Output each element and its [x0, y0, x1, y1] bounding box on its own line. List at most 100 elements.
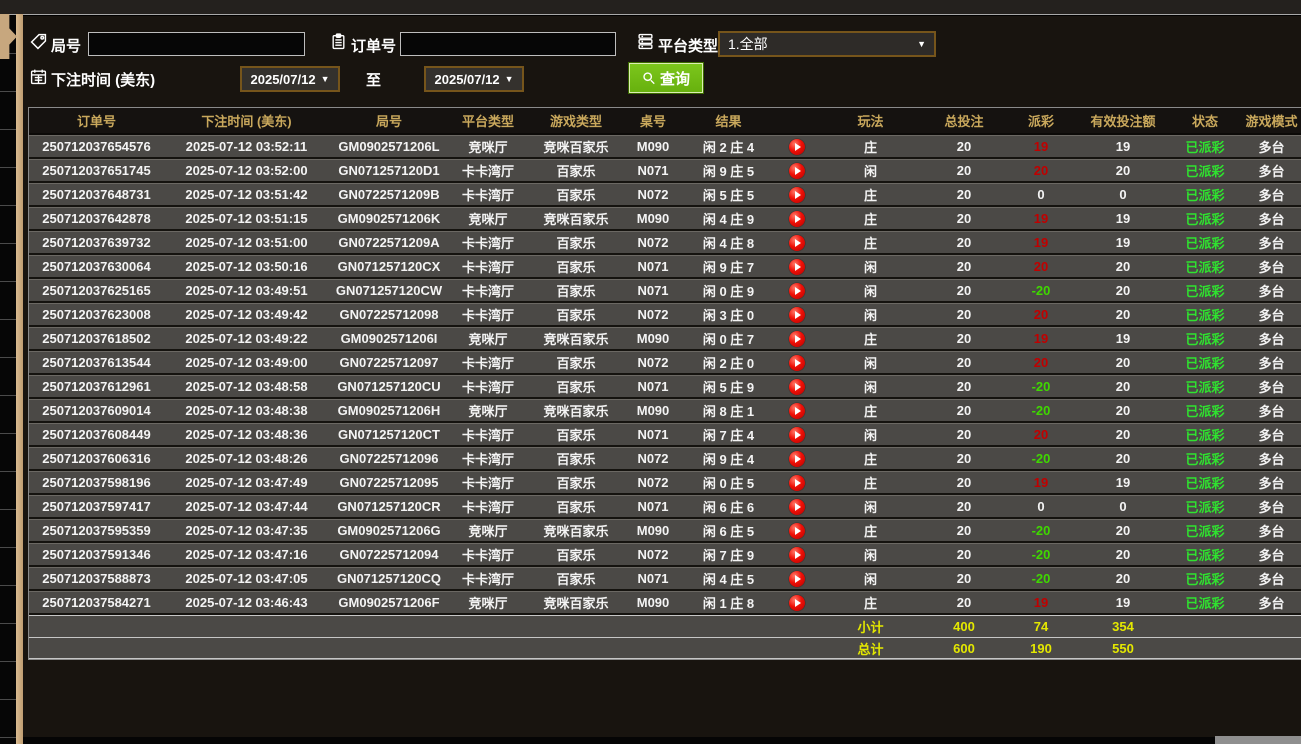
- cell-replay[interactable]: [776, 567, 818, 591]
- cell-replay[interactable]: [776, 255, 818, 279]
- play-icon[interactable]: [789, 306, 805, 323]
- cell-replay[interactable]: [776, 519, 818, 543]
- cell-bet-time: 2025-07-12 03:47:49: [164, 471, 329, 495]
- play-triangle: [795, 454, 801, 463]
- cell-valid-bet: 20: [1077, 255, 1169, 279]
- order-id-input[interactable]: [400, 32, 616, 56]
- cell-table-id: N071: [625, 255, 681, 279]
- cell-bet-option: 闲: [818, 423, 923, 447]
- play-triangle: [795, 286, 801, 295]
- date-to-picker[interactable]: 2025/07/12 ▼: [424, 66, 524, 92]
- cell-bet-option: 闲: [818, 255, 923, 279]
- cell-order-id: 250712037639732: [29, 231, 164, 255]
- cell-order-id: 250712037591346: [29, 543, 164, 567]
- cell-valid-bet: 20: [1077, 519, 1169, 543]
- play-icon[interactable]: [789, 234, 805, 251]
- cell-bet-time: 2025-07-12 03:48:58: [164, 375, 329, 399]
- cell-payout: -20: [1005, 447, 1077, 471]
- cell-result: 闲 2 庄 0: [681, 351, 776, 375]
- cell-game-type: 百家乐: [527, 231, 625, 255]
- cell-bet-time: 2025-07-12 03:48:38: [164, 399, 329, 423]
- cell-valid-bet: 20: [1077, 423, 1169, 447]
- cell-valid-bet: 20: [1077, 375, 1169, 399]
- subtotal-row: 小计 400 74 354: [29, 615, 1301, 637]
- cell-replay[interactable]: [776, 399, 818, 423]
- cell-valid-bet: 20: [1077, 567, 1169, 591]
- play-icon[interactable]: [789, 282, 805, 299]
- cell-payout: 20: [1005, 255, 1077, 279]
- play-icon[interactable]: [789, 546, 805, 563]
- play-icon[interactable]: [789, 330, 805, 347]
- cell-total-bet: 20: [923, 375, 1005, 399]
- play-icon[interactable]: [789, 138, 805, 155]
- chevron-down-icon: ▼: [504, 74, 514, 84]
- cell-replay[interactable]: [776, 351, 818, 375]
- bottom-strip: [23, 737, 1301, 744]
- cell-replay[interactable]: [776, 231, 818, 255]
- cell-total-bet: 20: [923, 183, 1005, 207]
- cell-status: 已派彩: [1169, 519, 1241, 543]
- cell-game-type: 竞咪百家乐: [527, 327, 625, 351]
- cell-replay[interactable]: [776, 543, 818, 567]
- cell-bet-option: 闲: [818, 159, 923, 183]
- scrollbar-fragment[interactable]: [1215, 736, 1301, 744]
- cell-replay[interactable]: [776, 303, 818, 327]
- query-button[interactable]: 查询: [628, 62, 704, 94]
- date-from-picker[interactable]: 2025/07/12 ▼: [240, 66, 340, 92]
- play-icon[interactable]: [789, 450, 805, 467]
- cell-bet-option: 闲: [818, 543, 923, 567]
- play-icon[interactable]: [789, 354, 805, 371]
- cell-replay[interactable]: [776, 375, 818, 399]
- cell-replay[interactable]: [776, 159, 818, 183]
- cell-result: 闲 6 庄 5: [681, 519, 776, 543]
- play-icon[interactable]: [789, 402, 805, 419]
- cell-replay[interactable]: [776, 495, 818, 519]
- play-icon[interactable]: [789, 186, 805, 203]
- col-payout: 派彩: [1005, 108, 1077, 135]
- play-triangle: [795, 478, 801, 487]
- cell-game-mode: 多台: [1241, 327, 1301, 351]
- cell-replay[interactable]: [776, 471, 818, 495]
- col-order-id: 订单号: [29, 108, 164, 135]
- platform-stack-icon: [637, 33, 654, 50]
- cell-replay[interactable]: [776, 591, 818, 615]
- cell-replay[interactable]: [776, 279, 818, 303]
- cell-game-type: 百家乐: [527, 423, 625, 447]
- play-icon[interactable]: [789, 570, 805, 587]
- cell-round-id: GM0902571206K: [329, 207, 449, 231]
- cell-table-id: N072: [625, 231, 681, 255]
- cell-replay[interactable]: [776, 207, 818, 231]
- cell-platform-type: 卡卡湾厅: [449, 423, 527, 447]
- cell-replay[interactable]: [776, 135, 818, 159]
- play-icon[interactable]: [789, 378, 805, 395]
- cell-result: 闲 3 庄 0: [681, 303, 776, 327]
- cell-replay[interactable]: [776, 183, 818, 207]
- play-icon[interactable]: [789, 162, 805, 179]
- cell-bet-option: 闲: [818, 303, 923, 327]
- cell-game-type: 百家乐: [527, 471, 625, 495]
- cell-replay[interactable]: [776, 327, 818, 351]
- cell-platform-type: 卡卡湾厅: [449, 303, 527, 327]
- cell-order-id: 250712037618502: [29, 327, 164, 351]
- play-icon[interactable]: [789, 258, 805, 275]
- cell-total-bet: 20: [923, 495, 1005, 519]
- play-icon[interactable]: [789, 474, 805, 491]
- round-id-input[interactable]: [88, 32, 305, 56]
- cell-platform-type: 卡卡湾厅: [449, 375, 527, 399]
- col-bet-option: 玩法: [818, 108, 923, 135]
- play-icon[interactable]: [789, 426, 805, 443]
- cell-order-id: 250712037609014: [29, 399, 164, 423]
- cell-payout: 19: [1005, 231, 1077, 255]
- platform-type-select[interactable]: 1.全部 ▼: [718, 31, 936, 57]
- cell-order-id: 250712037584271: [29, 591, 164, 615]
- play-icon[interactable]: [789, 210, 805, 227]
- cell-valid-bet: 19: [1077, 591, 1169, 615]
- cell-platform-type: 卡卡湾厅: [449, 183, 527, 207]
- cell-replay[interactable]: [776, 447, 818, 471]
- cell-total-bet: 20: [923, 399, 1005, 423]
- cell-replay[interactable]: [776, 423, 818, 447]
- cell-result: 闲 8 庄 1: [681, 399, 776, 423]
- play-icon[interactable]: [789, 522, 805, 539]
- play-icon[interactable]: [789, 594, 805, 611]
- play-icon[interactable]: [789, 498, 805, 515]
